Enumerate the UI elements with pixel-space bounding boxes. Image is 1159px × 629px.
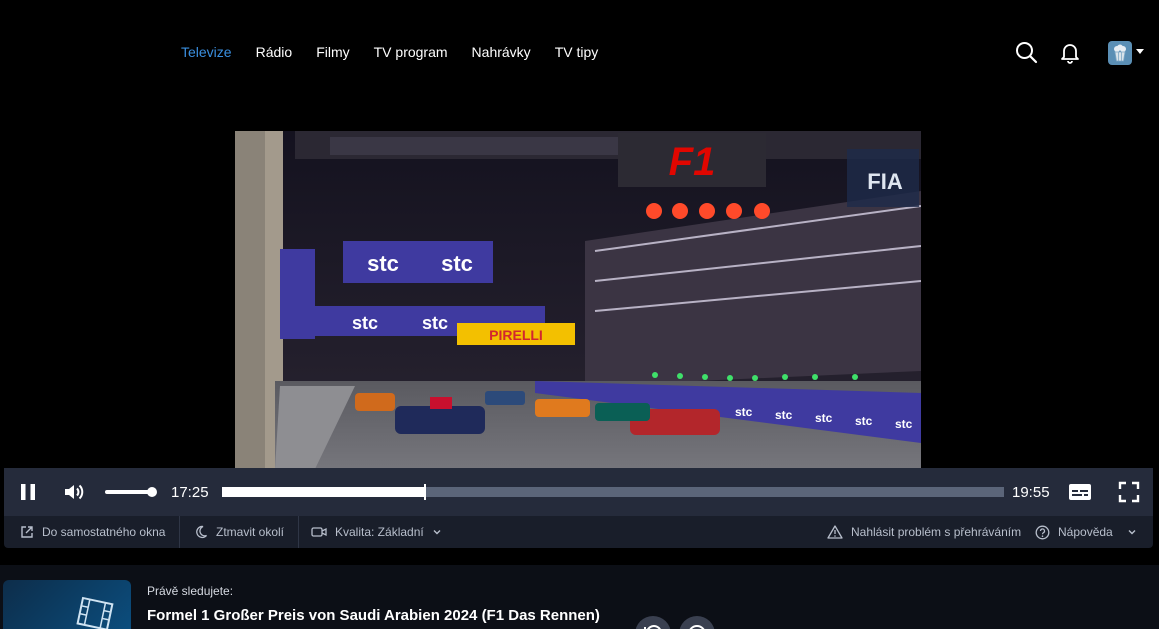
nav-item-televize[interactable]: Televize xyxy=(181,44,232,60)
chevron-down-icon xyxy=(433,530,441,535)
player-controls: 17:25 19:55 xyxy=(4,468,1153,516)
restart-button[interactable] xyxy=(635,616,671,629)
nav-item-tv-tipy[interactable]: TV tipy xyxy=(555,44,599,60)
svg-text:stc: stc xyxy=(775,408,793,422)
video-image: F1 FIA stc stc stc stc PIRELLI stc stc stc… xyxy=(235,131,921,469)
popcorn-icon xyxy=(1114,44,1126,62)
film-icon xyxy=(76,596,114,629)
seek-handle[interactable] xyxy=(424,484,427,500)
nav-item-tv-program[interactable]: TV program xyxy=(374,44,448,60)
video-camera-icon xyxy=(311,527,327,537)
svg-text:PIRELLI: PIRELLI xyxy=(489,327,543,343)
nav-item-filmy[interactable]: Filmy xyxy=(316,44,349,60)
video-frame[interactable]: F1 FIA stc stc stc stc PIRELLI stc stc stc… xyxy=(235,131,921,469)
volume-handle[interactable] xyxy=(146,487,157,497)
fullscreen-icon[interactable] xyxy=(1117,480,1141,504)
caret-down-icon[interactable] xyxy=(1136,49,1144,54)
svg-text:stc: stc xyxy=(735,405,753,419)
dim-label: Ztmavit okolí xyxy=(216,525,285,539)
seek-bar[interactable] xyxy=(222,484,1004,500)
svg-text:stc: stc xyxy=(422,313,448,333)
external-window-icon xyxy=(21,526,33,538)
nav-item-radio[interactable]: Rádio xyxy=(256,44,293,60)
chevron-down-icon xyxy=(1128,530,1136,535)
warning-icon xyxy=(827,525,843,539)
svg-text:stc: stc xyxy=(441,251,473,276)
subtitles-icon[interactable] xyxy=(1068,480,1092,504)
help-label: Nápověda xyxy=(1058,525,1113,539)
svg-text:stc: stc xyxy=(352,313,378,333)
svg-text:stc: stc xyxy=(367,251,399,276)
search-icon[interactable] xyxy=(1014,40,1038,64)
restart-icon xyxy=(644,625,661,629)
info-icon xyxy=(689,625,705,629)
avatar[interactable] xyxy=(1108,41,1132,65)
program-thumbnail[interactable] xyxy=(3,580,131,629)
volume-icon[interactable] xyxy=(62,480,86,504)
svg-text:stc: stc xyxy=(895,417,913,431)
help-icon xyxy=(1035,525,1050,539)
svg-text:stc: stc xyxy=(815,411,833,425)
moon-icon xyxy=(196,525,207,539)
report-problem-button[interactable]: Nahlásit problém s přehráváním xyxy=(827,516,1021,548)
now-watching-panel: Právě sledujete: Formel 1 Großer Preis v… xyxy=(0,565,1159,629)
help-dropdown[interactable]: Nápověda xyxy=(1035,516,1137,548)
svg-text:FIA: FIA xyxy=(867,169,903,194)
top-navigation: Televize Rádio Filmy TV program Nahrávky… xyxy=(0,0,1159,104)
svg-text:F1: F1 xyxy=(669,140,716,184)
end-time: 19:55 xyxy=(1012,484,1050,501)
divider xyxy=(298,516,299,548)
popout-label: Do samostatného okna xyxy=(42,525,166,539)
nav-item-nahravky[interactable]: Nahrávky xyxy=(472,44,531,60)
report-label: Nahlásit problém s přehráváním xyxy=(851,525,1022,539)
pause-icon[interactable] xyxy=(16,480,40,504)
program-title: Formel 1 Großer Preis von Saudi Arabien … xyxy=(147,607,600,624)
seek-progress xyxy=(222,487,426,497)
quality-label: Kvalita: Základní xyxy=(335,525,424,539)
main-menu: Televize Rádio Filmy TV program Nahrávky… xyxy=(181,44,598,60)
player-options-bar: Do samostatného okna Ztmavit okolí Kvali… xyxy=(4,516,1153,548)
bell-icon[interactable] xyxy=(1058,40,1082,64)
svg-text:stc: stc xyxy=(855,414,873,428)
volume-slider[interactable] xyxy=(105,490,152,494)
info-button[interactable] xyxy=(679,616,715,629)
popout-window-button[interactable]: Do samostatného okna xyxy=(20,516,165,548)
divider xyxy=(179,516,180,548)
quality-dropdown[interactable]: Kvalita: Základní xyxy=(311,516,442,548)
current-time: 17:25 xyxy=(171,484,209,501)
now-watching-label: Právě sledujete: xyxy=(147,584,234,598)
dim-surroundings-button[interactable]: Ztmavit okolí xyxy=(194,516,284,548)
